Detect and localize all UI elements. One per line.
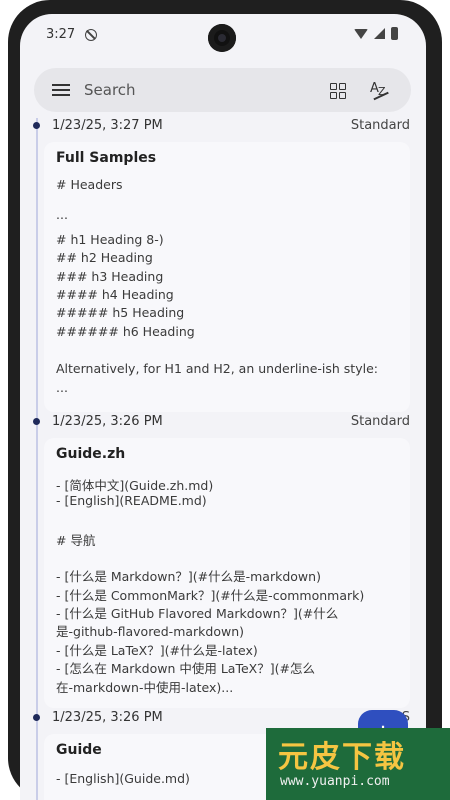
status-icons (354, 27, 398, 40)
entry-date: 1/23/25, 3:27 PM (52, 118, 163, 133)
note-title: Guide (56, 742, 102, 758)
note-card[interactable]: Full Samples # Headers ... # h1 Heading … (44, 142, 410, 412)
entry-header: 1/23/25, 3:26 PM Standard (52, 414, 410, 434)
phone-frame: 3:27 Search AZ 1/23/25, 3:27 PM Standard… (0, 0, 450, 800)
note-line: #### h4 Heading (56, 287, 174, 302)
sort-az-icon[interactable]: AZ (370, 79, 394, 100)
note-line: # 导航 (56, 533, 96, 548)
note-line: ###### h6 Heading (56, 324, 195, 339)
do-not-disturb-icon (85, 29, 97, 41)
note-line: - [什么是 LaTeX？](#什么是-latex) (56, 643, 258, 658)
battery-icon (391, 27, 398, 40)
note-line: - [English](Guide.md) (56, 771, 190, 786)
entry-type: Standard (350, 118, 410, 133)
front-camera (208, 24, 236, 52)
note-title: Full Samples (56, 150, 157, 166)
timeline-dot (33, 418, 40, 425)
search-bar[interactable]: Search AZ (34, 68, 411, 112)
note-line: - [怎么在 Markdown 中使用 LaTeX？](#怎么 (56, 661, 315, 676)
note-line: ... (56, 207, 68, 222)
watermark-url: www.yuanpi.com (280, 774, 390, 789)
timeline-line (36, 118, 38, 800)
note-card[interactable]: Guide.zh - [简体中文](Guide.zh.md) - [Englis… (44, 438, 410, 708)
entry-date: 1/23/25, 3:26 PM (52, 710, 163, 725)
entry-date: 1/23/25, 3:26 PM (52, 414, 163, 429)
note-title: Guide.zh (56, 446, 126, 462)
signal-icon (374, 28, 385, 39)
note-line: - [什么是 CommonMark？](#什么是-commonmark) (56, 588, 365, 603)
entry-header: 1/23/25, 3:26 PM S (52, 710, 410, 730)
note-line: - [简体中文](Guide.zh.md) (56, 478, 214, 493)
watermark: 元皮下载 www.yuanpi.com (266, 728, 450, 800)
status-time: 3:27 (46, 27, 76, 42)
note-line: - [什么是 GitHub Flavored Markdown？](#什么 (56, 606, 339, 621)
note-line: ... (56, 380, 68, 395)
note-line: 在-markdown-中使用-latex)... (56, 680, 234, 695)
note-line: Alternatively, for H1 and H2, an underli… (56, 361, 378, 376)
note-line: # h1 Heading 8-) (56, 232, 164, 247)
entry-header: 1/23/25, 3:27 PM Standard (52, 118, 410, 138)
grid-view-icon[interactable] (330, 83, 346, 99)
entry-type: Standard (350, 414, 410, 429)
note-line: ##### h5 Heading (56, 305, 185, 320)
note-line: ## h2 Heading (56, 250, 153, 265)
timeline-dot (33, 122, 40, 129)
app-screen: 3:27 Search AZ 1/23/25, 3:27 PM Standard… (20, 14, 426, 800)
menu-icon[interactable] (52, 84, 70, 96)
watermark-title: 元皮下载 (278, 740, 406, 775)
note-line: - [English](README.md) (56, 493, 207, 508)
note-line: - [什么是 Markdown？](#什么是-markdown) (56, 569, 321, 584)
note-line: 是-github-flavored-markdown) (56, 624, 245, 639)
timeline-dot (33, 714, 40, 721)
wifi-icon (354, 28, 368, 39)
status-bar: 3:27 (20, 14, 426, 58)
note-line: # Headers (56, 177, 123, 192)
search-input[interactable]: Search (84, 81, 136, 99)
note-line: ### h3 Heading (56, 269, 164, 284)
